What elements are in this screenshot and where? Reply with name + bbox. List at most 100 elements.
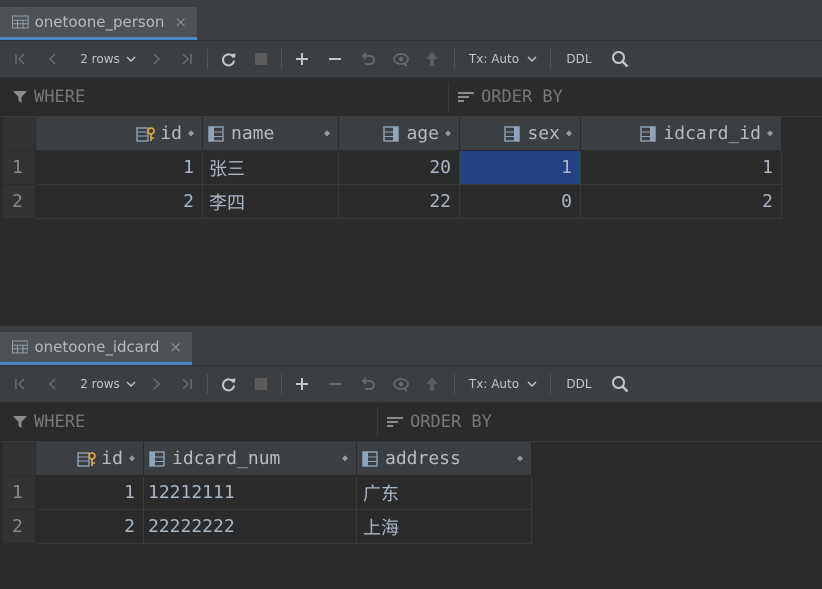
cell-sex-selected[interactable]: 1 — [460, 151, 581, 185]
submit-icon[interactable] — [420, 41, 444, 77]
first-page-icon[interactable] — [10, 41, 32, 77]
column-header-address[interactable]: address ◆ — [357, 442, 532, 476]
last-page-icon[interactable] — [175, 366, 197, 402]
cell-address[interactable]: 广东 — [357, 476, 532, 510]
next-page-icon[interactable] — [145, 41, 167, 77]
column-header-id[interactable]: id ◆ — [36, 442, 144, 476]
row-number[interactable]: 1 — [3, 151, 36, 185]
previous-page-icon[interactable] — [42, 366, 64, 402]
filter-icon — [13, 416, 27, 428]
sort-icon[interactable]: ◆ — [517, 453, 523, 464]
cell-idcard-num[interactable]: 12212111 — [144, 476, 357, 510]
close-icon[interactable]: × — [169, 338, 182, 356]
tab-onetoone-person[interactable]: onetoone_person × — [0, 7, 197, 40]
cell-name[interactable]: 张三 — [203, 151, 339, 185]
row-number[interactable]: 2 — [3, 185, 36, 219]
cell-address[interactable]: 上海 — [357, 510, 532, 544]
corner-cell — [3, 117, 36, 151]
rows-count-dropdown[interactable]: 2 rows — [72, 366, 144, 402]
revert-icon[interactable] — [356, 366, 380, 402]
view-query-icon[interactable] — [389, 366, 413, 402]
sort-icon[interactable]: ◆ — [129, 453, 135, 464]
column-label: name — [231, 123, 275, 144]
add-row-icon[interactable] — [290, 41, 314, 77]
tab-onetoone-idcard[interactable]: onetoone_idcard × — [0, 332, 192, 365]
order-by-input[interactable]: ORDER BY — [386, 403, 816, 441]
column-header-idcard-num[interactable]: idcard_num ◆ — [144, 442, 357, 476]
table-row[interactable]: 1 1 12212111 广东 — [3, 476, 532, 510]
stop-icon[interactable] — [249, 41, 273, 77]
toolbar-separator — [550, 374, 551, 394]
sort-icon[interactable]: ◆ — [342, 453, 348, 464]
add-row-icon[interactable] — [290, 366, 314, 402]
filter-bar: WHERE ORDER BY — [0, 78, 822, 117]
cell-id[interactable]: 2 — [36, 185, 203, 219]
cell-idcard-id[interactable]: 2 — [581, 185, 782, 219]
cell-idcard-id[interactable]: 1 — [581, 151, 782, 185]
first-page-icon[interactable] — [10, 366, 32, 402]
table-row[interactable]: 2 2 22222222 上海 — [3, 510, 532, 544]
column-header-id[interactable]: id ◆ — [36, 117, 203, 151]
row-number[interactable]: 2 — [3, 510, 36, 544]
toolbar-separator — [281, 49, 282, 69]
column-label: age — [406, 123, 439, 144]
transaction-mode-dropdown[interactable]: Tx: Auto — [464, 366, 542, 402]
ddl-button[interactable]: DDL — [560, 366, 598, 402]
last-page-icon[interactable] — [175, 41, 197, 77]
cell-age[interactable]: 22 — [339, 185, 460, 219]
cell-idcard-num[interactable]: 22222222 — [144, 510, 357, 544]
stop-icon[interactable] — [249, 366, 273, 402]
column-header-sex[interactable]: sex ◆ — [460, 117, 581, 151]
transaction-mode-dropdown[interactable]: Tx: Auto — [464, 41, 542, 77]
where-filter-input[interactable]: WHERE — [12, 78, 442, 116]
filter-bar: WHERE ORDER BY — [0, 403, 822, 442]
sort-icon[interactable]: ◆ — [188, 128, 194, 139]
order-by-input[interactable]: ORDER BY — [457, 78, 817, 116]
cell-sex[interactable]: 0 — [460, 185, 581, 219]
revert-icon[interactable] — [356, 41, 380, 77]
refresh-icon[interactable] — [216, 41, 240, 77]
column-header-idcard-id[interactable]: idcard_id ◆ — [581, 117, 782, 151]
submit-icon[interactable] — [420, 366, 444, 402]
toolbar-separator — [550, 49, 551, 69]
sort-icon[interactable]: ◆ — [566, 128, 572, 139]
result-pane-person: onetoone_person × 2 rows Tx: Auto DDL WH… — [0, 0, 822, 325]
close-icon[interactable]: × — [174, 13, 187, 31]
column-header-age[interactable]: age ◆ — [339, 117, 460, 151]
delete-row-icon[interactable] — [323, 366, 347, 402]
refresh-icon[interactable] — [216, 366, 240, 402]
cell-id[interactable]: 2 — [36, 510, 144, 544]
key-column-icon — [77, 451, 97, 467]
result-pane-idcard: onetoone_idcard × 2 rows Tx: Auto DDL WH… — [0, 331, 822, 589]
toolbar: 2 rows Tx: Auto DDL — [0, 41, 822, 78]
column-label: idcard_num — [172, 448, 281, 469]
cell-name[interactable]: 李四 — [203, 185, 339, 219]
column-icon — [149, 450, 165, 467]
cell-age[interactable]: 20 — [339, 151, 460, 185]
previous-page-icon[interactable] — [42, 41, 64, 77]
table-row[interactable]: 1 1 张三 20 1 1 — [3, 151, 782, 185]
search-icon[interactable] — [607, 366, 633, 402]
where-filter-input[interactable]: WHERE — [12, 403, 372, 441]
filter-icon — [13, 91, 27, 103]
view-query-icon[interactable] — [389, 41, 413, 77]
rows-count-dropdown[interactable]: 2 rows — [72, 41, 144, 77]
search-icon[interactable] — [607, 41, 633, 77]
row-number[interactable]: 1 — [3, 476, 36, 510]
sort-icon[interactable]: ◆ — [324, 128, 330, 139]
table-row[interactable]: 2 2 李四 22 0 2 — [3, 185, 782, 219]
tab-title: onetoone_idcard — [34, 338, 160, 356]
cell-id[interactable]: 1 — [36, 151, 203, 185]
tab-bar: onetoone_person × — [0, 0, 822, 41]
ddl-button[interactable]: DDL — [560, 41, 598, 77]
column-header-name[interactable]: name ◆ — [203, 117, 339, 151]
column-icon — [362, 450, 378, 467]
delete-row-icon[interactable] — [323, 41, 347, 77]
chevron-down-icon — [126, 381, 136, 387]
toolbar-separator — [207, 374, 208, 394]
chevron-down-icon — [527, 56, 537, 62]
sort-icon[interactable]: ◆ — [767, 128, 773, 139]
next-page-icon[interactable] — [145, 366, 167, 402]
cell-id[interactable]: 1 — [36, 476, 144, 510]
sort-icon[interactable]: ◆ — [445, 128, 451, 139]
